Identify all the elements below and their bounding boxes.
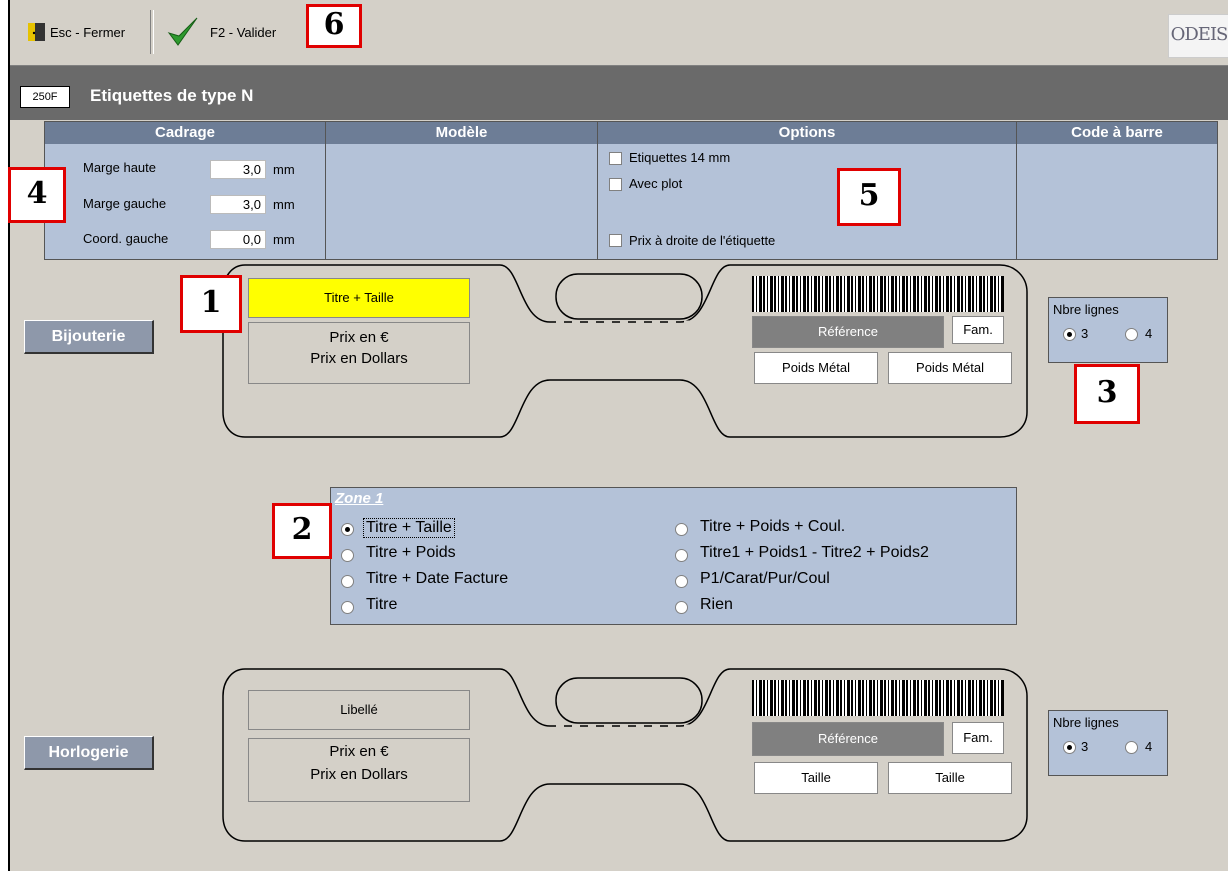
- zone-option-label: Rien: [700, 596, 733, 613]
- marge-haute-input[interactable]: 3,0: [210, 160, 266, 179]
- unit-label: mm: [273, 162, 295, 177]
- checkmark-icon: [167, 17, 198, 46]
- etiquettes14-label: Etiquettes 14 mm: [629, 150, 731, 165]
- callout-4: 4: [8, 167, 66, 223]
- libelle-field[interactable]: Libellé: [248, 690, 470, 730]
- nbre-lignes-title: Nbre lignes: [1053, 715, 1119, 730]
- zone-option-radio[interactable]: [675, 523, 688, 536]
- coord-gauche-label: Coord. gauche: [83, 231, 169, 246]
- zone-option-label: Titre + Date Facture: [366, 570, 509, 587]
- unit-label: mm: [273, 197, 295, 212]
- callout-3: 3: [1074, 364, 1140, 424]
- callout-1: 1: [180, 275, 242, 333]
- prix-dollars-text: Prix en Dollars: [310, 766, 408, 783]
- lines-4-radio[interactable]: [1125, 741, 1138, 754]
- price-field[interactable]: Prix en € Prix en Dollars: [248, 738, 470, 802]
- marge-haute-label: Marge haute: [83, 160, 156, 175]
- zone-option-radio[interactable]: [341, 601, 354, 614]
- avec-plot-checkbox[interactable]: [609, 178, 622, 191]
- toolbar-separator: [150, 10, 154, 54]
- nbre-lignes-horlogerie: Nbre lignes 3 4: [1048, 710, 1168, 776]
- reference-field[interactable]: Référence: [752, 722, 944, 756]
- nbre-lignes-bijouterie: Nbre lignes 3 4: [1048, 297, 1168, 363]
- zone-option-label: Titre + Taille: [363, 518, 455, 538]
- column-divider: [325, 122, 326, 259]
- zone-option-radio[interactable]: [341, 523, 354, 536]
- nbre-lignes-title: Nbre lignes: [1053, 302, 1119, 317]
- validate-button[interactable]: F2 - Valider: [166, 12, 276, 52]
- lines-3-label: 3: [1081, 326, 1089, 341]
- poids-metal-field[interactable]: Poids Métal: [888, 352, 1012, 384]
- taille-field[interactable]: Taille: [754, 762, 878, 794]
- marge-gauche-input[interactable]: 3,0: [210, 195, 266, 214]
- coord-gauche-input[interactable]: 0,0: [210, 230, 266, 249]
- zone-option-label: Titre: [366, 596, 398, 613]
- zone1-field[interactable]: Titre + Taille: [248, 278, 470, 318]
- zone1-panel: Zone 1 Titre + Taille Titre + Poids Titr…: [330, 487, 1017, 625]
- zone-option-radio[interactable]: [675, 575, 688, 588]
- taille-field[interactable]: Taille: [888, 762, 1012, 794]
- lines-3-radio[interactable]: [1063, 741, 1076, 754]
- horlogerie-button[interactable]: Horlogerie: [24, 736, 154, 770]
- zone-option-radio[interactable]: [341, 549, 354, 562]
- close-button[interactable]: Esc - Fermer: [26, 12, 125, 52]
- barcode: [752, 276, 1004, 312]
- callout-2: 2: [272, 503, 332, 559]
- avec-plot-label: Avec plot: [629, 176, 683, 191]
- bijouterie-button[interactable]: Bijouterie: [24, 320, 154, 354]
- lines-3-radio[interactable]: [1063, 328, 1076, 341]
- column-header-code-barre: Code à barre: [1017, 122, 1217, 144]
- lines-4-label: 4: [1145, 739, 1153, 754]
- column-header-options: Options: [598, 122, 1016, 144]
- marge-gauche-label: Marge gauche: [83, 196, 167, 211]
- barcode: [752, 680, 1004, 716]
- zone-option-label: P1/Carat/Pur/Coul: [700, 570, 830, 587]
- zone-option-label: Titre + Poids + Coul.: [700, 518, 846, 535]
- zone-title: Zone 1: [335, 490, 384, 507]
- zone-option-radio[interactable]: [675, 549, 688, 562]
- zone-option-label: Titre + Poids: [366, 544, 456, 561]
- page-title: Etiquettes de type N: [90, 86, 254, 105]
- zone-option-label: Titre1 + Poids1 - Titre2 + Poids2: [700, 544, 929, 561]
- tag-icon: 250F: [20, 86, 70, 108]
- column-header-modele: Modèle: [326, 122, 597, 144]
- etiquettes14-checkbox[interactable]: [609, 152, 622, 165]
- reference-field[interactable]: Référence: [752, 316, 944, 348]
- famille-field[interactable]: Fam.: [952, 316, 1004, 344]
- settings-panel: Cadrage Modèle Options Code à barre Marg…: [44, 121, 1218, 260]
- exit-door-icon: [28, 23, 45, 41]
- callout-6: 6: [306, 4, 362, 48]
- prix-euro-text: Prix en €: [329, 743, 389, 760]
- famille-field[interactable]: Fam.: [952, 722, 1004, 754]
- validate-label: F2 - Valider: [210, 24, 277, 40]
- callout-5: 5: [837, 168, 901, 226]
- prix-droite-label: Prix à droite de l'étiquette: [629, 233, 776, 248]
- unit-label: mm: [273, 232, 295, 247]
- toolbar: Esc - Fermer F2 - Valider ODEIS: [10, 0, 1228, 66]
- price-field[interactable]: Prix en € Prix en Dollars: [248, 322, 470, 384]
- poids-metal-field[interactable]: Poids Métal: [754, 352, 878, 384]
- column-divider: [597, 122, 598, 259]
- close-label: Esc - Fermer: [50, 24, 126, 40]
- column-header-cadrage: Cadrage: [45, 122, 325, 144]
- prix-euro-text: Prix en €: [329, 329, 389, 346]
- zone-option-radio[interactable]: [675, 601, 688, 614]
- zone-option-radio[interactable]: [341, 575, 354, 588]
- prix-droite-checkbox[interactable]: [609, 234, 622, 247]
- column-divider: [1016, 122, 1017, 259]
- lines-4-radio[interactable]: [1125, 328, 1138, 341]
- app-logo: ODEIS: [1168, 14, 1228, 58]
- prix-dollars-text: Prix en Dollars: [310, 350, 408, 367]
- lines-4-label: 4: [1145, 326, 1153, 341]
- lines-3-label: 3: [1081, 739, 1089, 754]
